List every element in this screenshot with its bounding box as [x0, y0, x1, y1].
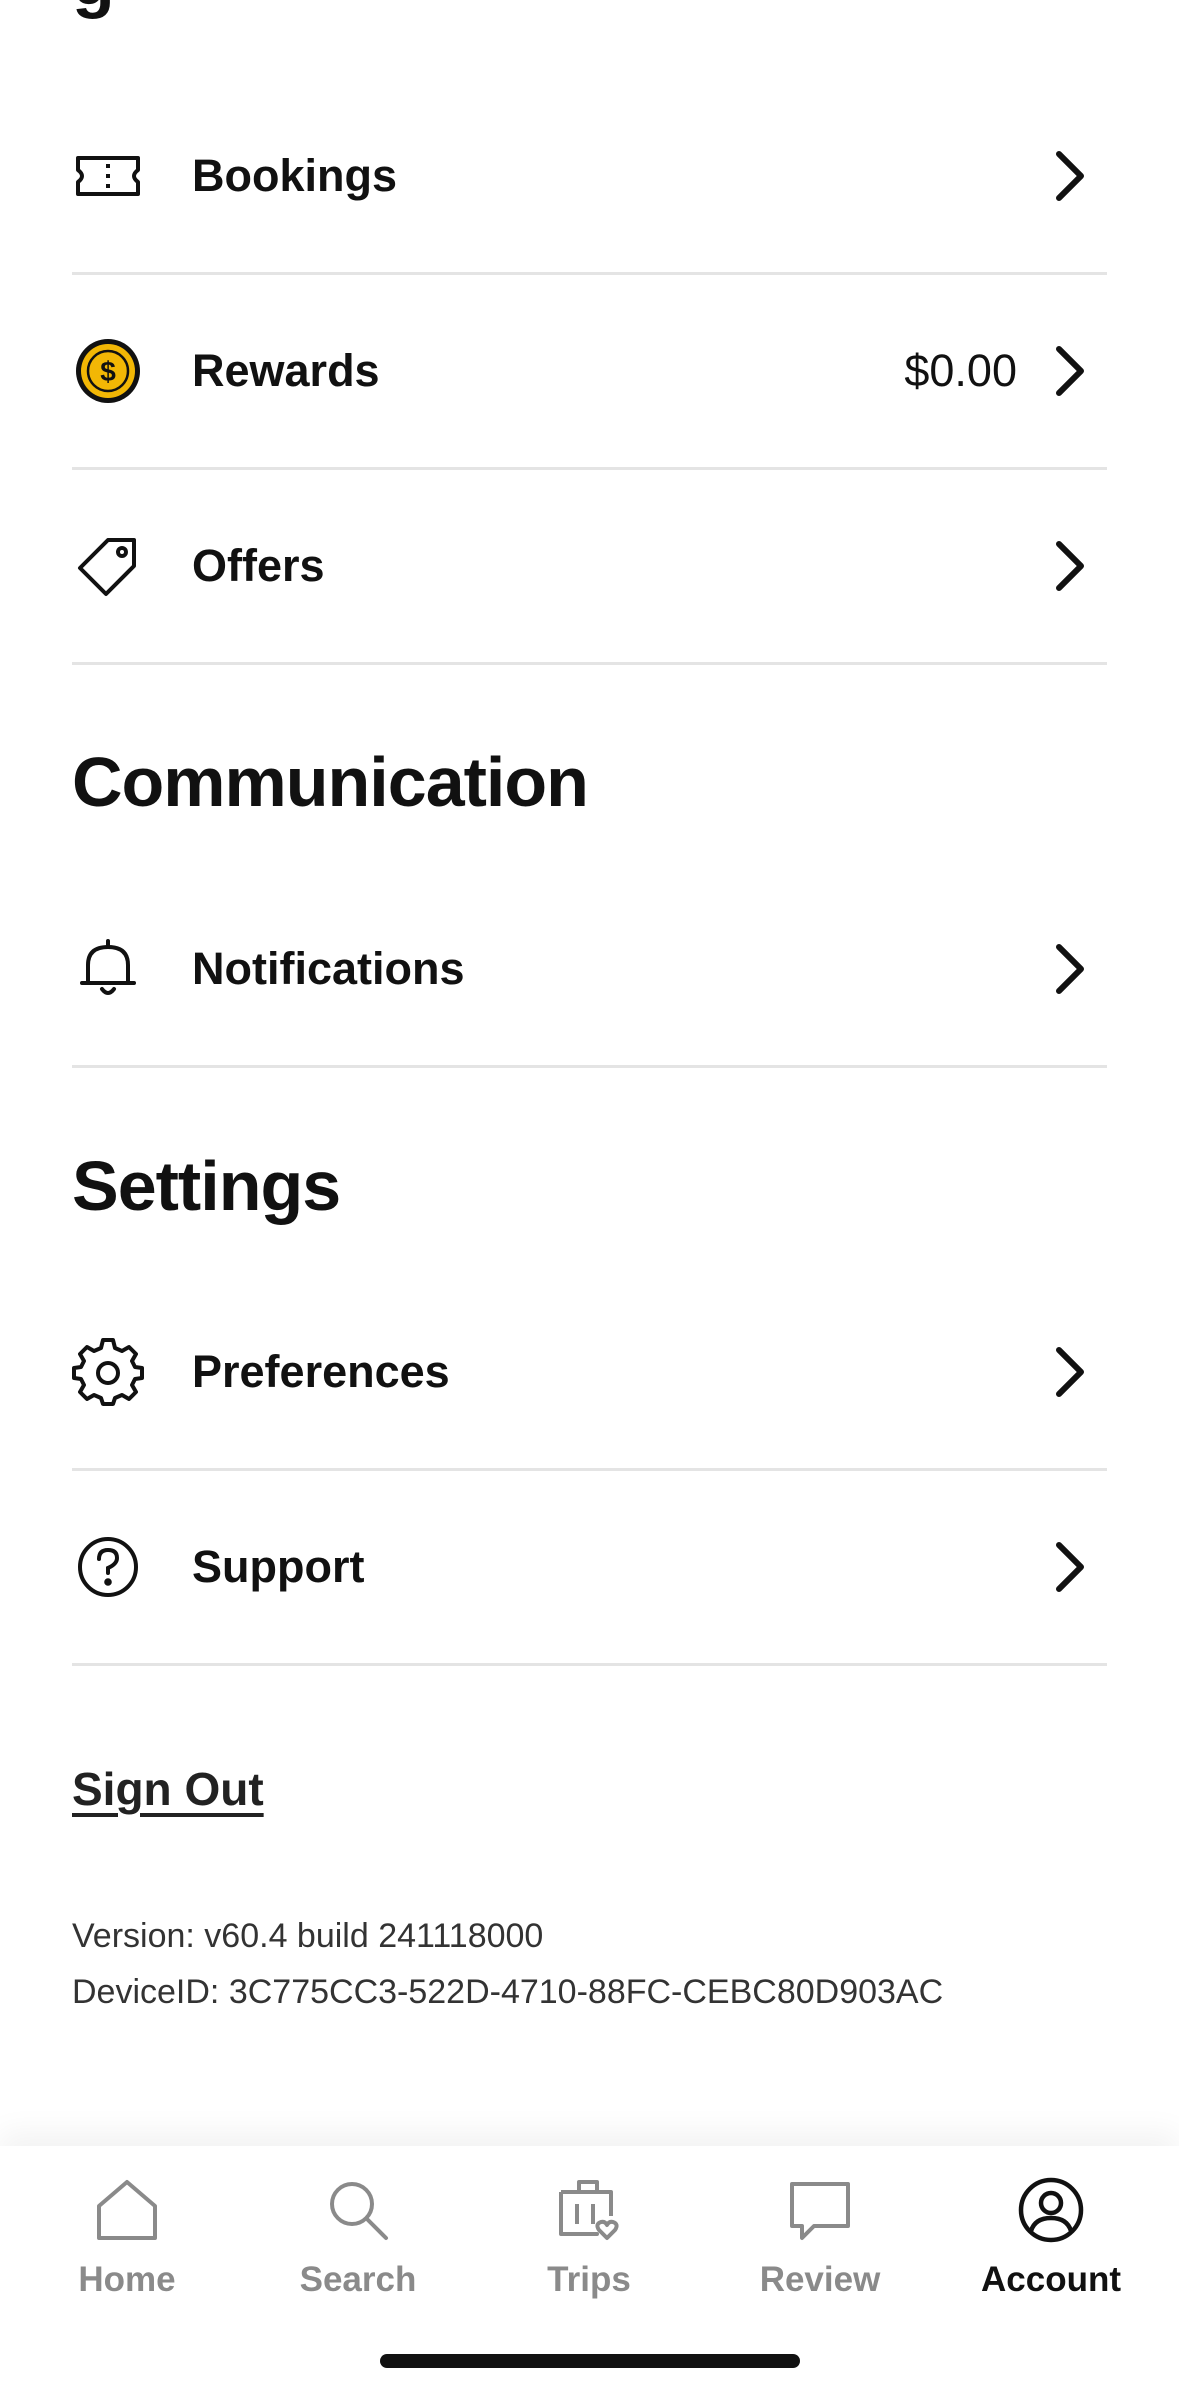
tab-trips[interactable]: Trips [489, 2174, 689, 2324]
rewards-balance: $0.00 [904, 345, 1017, 396]
sign-out-link[interactable]: Sign Out [72, 1762, 264, 1816]
tab-review[interactable]: Review [720, 2174, 920, 2324]
offers-label: Offers [192, 540, 325, 591]
suitcase-icon [559, 2180, 619, 2240]
support-label: Support [192, 1541, 365, 1592]
tab-account[interactable]: Account [951, 2174, 1151, 2324]
chevron-right-icon [1047, 536, 1091, 596]
account-screen: g Bookings $ Rewards $0.00 [0, 0, 1179, 2396]
tag-icon [72, 530, 144, 602]
tab-search[interactable]: Search [258, 2174, 458, 2324]
rewards-label: Rewards [192, 345, 380, 396]
gear-icon [72, 1336, 144, 1408]
chevron-right-icon [1047, 146, 1091, 206]
device-id-text: DeviceID: 3C775CC3-522D-4710-88FC-CEBC80… [72, 1973, 944, 2011]
chevron-right-icon [1047, 341, 1091, 401]
bookings-row[interactable]: Bookings [72, 80, 1107, 275]
rewards-row[interactable]: $ Rewards $0.00 [72, 275, 1107, 470]
search-icon [330, 2182, 388, 2240]
ticket-icon [72, 140, 144, 212]
chevron-right-icon [1047, 939, 1091, 999]
communication-title: Communication [72, 743, 589, 821]
bookings-label: Bookings [192, 150, 398, 201]
support-row[interactable]: Support [72, 1471, 1107, 1666]
offers-row[interactable]: Offers [72, 470, 1107, 665]
home-indicator [380, 2354, 800, 2368]
review-icon [790, 2182, 850, 2240]
tab-review-label: Review [759, 2260, 881, 2299]
notifications-label: Notifications [192, 943, 465, 994]
help-circle-icon [72, 1531, 144, 1603]
svg-text:$: $ [100, 356, 116, 387]
tab-home[interactable]: Home [27, 2174, 227, 2324]
tab-search-label: Search [299, 2260, 417, 2299]
preferences-label: Preferences [192, 1346, 450, 1397]
settings-title: Settings [72, 1147, 341, 1225]
chevron-right-icon [1047, 1342, 1091, 1402]
tab-home-label: Home [78, 2260, 176, 2299]
tab-trips-label: Trips [547, 2260, 631, 2299]
home-icon [97, 2180, 157, 2240]
tab-account-label: Account [981, 2260, 1121, 2299]
bell-icon [72, 933, 144, 1005]
version-text: Version: v60.4 build 241118000 [72, 1917, 544, 1955]
notifications-row[interactable]: Notifications [72, 873, 1107, 1068]
preferences-row[interactable]: Preferences [72, 1276, 1107, 1471]
cut-off-section-title: g [72, 0, 114, 30]
account-icon [1018, 2177, 1084, 2243]
chevron-right-icon [1047, 1537, 1091, 1597]
coin-icon: $ [72, 335, 144, 407]
